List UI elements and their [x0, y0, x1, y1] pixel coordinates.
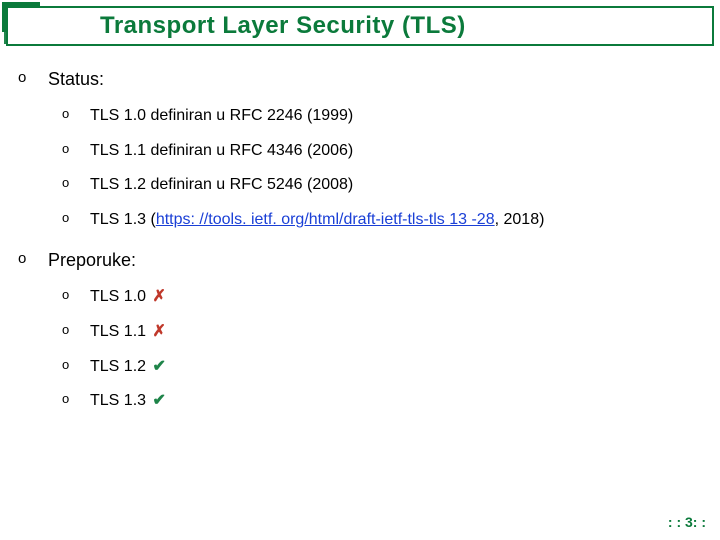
bullet-icon: o — [62, 139, 90, 159]
list-item-text: TLS 1.2 definiran u RFC 5246 (2008) — [90, 173, 702, 198]
bullet-icon: o — [62, 285, 90, 305]
x-icon: ✗ — [152, 288, 165, 305]
x-icon: ✗ — [152, 323, 165, 340]
tls-version: TLS 1.0 — [90, 288, 146, 305]
list-item-prefix: TLS 1.3 ( — [90, 211, 156, 228]
list-item-text: TLS 1.3 (https: //tools. ietf. org/html/… — [90, 208, 702, 233]
bullet-icon: o — [62, 320, 90, 340]
slide-number: : : 3: : — [668, 514, 706, 530]
list-item: o TLS 1.1 definiran u RFC 4346 (2006) — [18, 139, 702, 164]
list-item: o TLS 1.1 ✗ — [18, 320, 702, 345]
tls-version: TLS 1.3 — [90, 392, 146, 409]
list-item: o TLS 1.0 definiran u RFC 2246 (1999) — [18, 104, 702, 129]
list-item-text: TLS 1.1 ✗ — [90, 320, 702, 345]
bullet-icon: o — [18, 66, 48, 89]
section-heading: o Status: — [18, 66, 702, 94]
list-item: o TLS 1.3 (https: //tools. ietf. org/htm… — [18, 208, 702, 233]
bullet-icon: o — [62, 208, 90, 228]
slide: Transport Layer Security (TLS) o Status:… — [0, 0, 720, 540]
list-item-suffix: , 2018) — [495, 211, 545, 228]
section-heading: o Preporuke: — [18, 247, 702, 275]
check-icon: ✔ — [152, 358, 165, 375]
list-item: o TLS 1.0 ✗ — [18, 285, 702, 310]
section-heading-text: Preporuke: — [48, 247, 702, 275]
list-item: o TLS 1.3 ✔ — [18, 389, 702, 414]
slide-body: o Status: o TLS 1.0 definiran u RFC 2246… — [18, 60, 702, 414]
list-item-text: TLS 1.0 definiran u RFC 2246 (1999) — [90, 104, 702, 129]
list-item-text: TLS 1.0 ✗ — [90, 285, 702, 310]
section-heading-text: Status: — [48, 66, 702, 94]
bullet-icon: o — [18, 247, 48, 270]
bullet-icon: o — [62, 355, 90, 375]
list-item-text: TLS 1.3 ✔ — [90, 389, 702, 414]
rfc-link[interactable]: https: //tools. ietf. org/html/draft-iet… — [156, 211, 495, 228]
list-item-text: TLS 1.2 ✔ — [90, 355, 702, 380]
bullet-icon: o — [62, 389, 90, 409]
bullet-icon: o — [62, 173, 90, 193]
list-item-text: TLS 1.1 definiran u RFC 4346 (2006) — [90, 139, 702, 164]
tls-version: TLS 1.2 — [90, 358, 146, 375]
check-icon: ✔ — [152, 392, 165, 409]
list-item: o TLS 1.2 ✔ — [18, 355, 702, 380]
tls-version: TLS 1.1 — [90, 323, 146, 340]
slide-title: Transport Layer Security (TLS) — [100, 12, 466, 40]
title-bar: Transport Layer Security (TLS) — [6, 6, 714, 46]
list-item: o TLS 1.2 definiran u RFC 5246 (2008) — [18, 173, 702, 198]
bullet-icon: o — [62, 104, 90, 124]
